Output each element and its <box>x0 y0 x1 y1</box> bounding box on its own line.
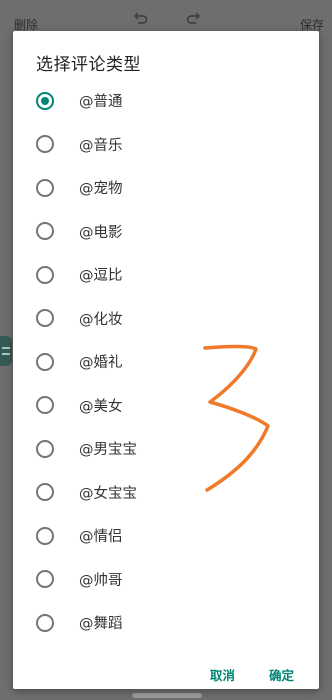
side-drawer-handle[interactable] <box>0 336 12 366</box>
option-item[interactable]: @普通 <box>13 79 319 123</box>
option-item[interactable]: @帅哥 <box>13 558 319 602</box>
option-item[interactable]: @音乐 <box>13 123 319 167</box>
ok-button[interactable]: 确定 <box>263 661 300 688</box>
option-label: @婚礼 <box>79 355 123 371</box>
comment-type-dialog: 选择评论类型 @普通 @音乐 @宠物 @电影 @逗比 @化妆 @婚礼 @美女 @男宝宝 @女宝宝 @… <box>13 31 319 689</box>
radio-unchecked-icon[interactable] <box>36 439 54 458</box>
radio-unchecked-icon[interactable] <box>36 483 54 501</box>
background-toolbar: 删除 保存 <box>0 0 332 32</box>
option-list: @普通 @音乐 @宠物 @电影 @逗比 @化妆 @婚礼 @美女 @男宝宝 @女宝宝 @情侣 @帅哥 @舞… <box>13 79 319 645</box>
dialog-title: 选择评论类型 <box>36 55 141 75</box>
dialog-actions: 取消 确定 <box>13 655 319 689</box>
option-item[interactable]: @美女 <box>13 384 319 428</box>
radio-unchecked-icon[interactable] <box>36 265 54 284</box>
option-item[interactable]: @舞蹈 <box>13 601 319 645</box>
option-label: @情侣 <box>79 529 123 545</box>
option-item[interactable]: @化妆 <box>13 297 319 341</box>
radio-unchecked-icon[interactable] <box>36 526 54 545</box>
option-label: @电影 <box>79 224 123 241</box>
radio-unchecked-icon[interactable] <box>36 222 54 240</box>
option-item[interactable]: @女宝宝 <box>13 471 319 515</box>
option-item[interactable]: @宠物 <box>13 166 319 210</box>
radio-checked-icon[interactable] <box>36 91 54 110</box>
radio-unchecked-icon[interactable] <box>36 613 54 632</box>
radio-unchecked-icon[interactable] <box>36 352 54 371</box>
cancel-button[interactable]: 取消 <box>204 661 241 688</box>
option-label: @帅哥 <box>79 572 123 589</box>
option-label: @美女 <box>79 398 123 415</box>
option-item[interactable]: @逗比 <box>13 253 319 297</box>
option-item[interactable]: @婚礼 <box>13 340 319 384</box>
redo-icon[interactable] <box>186 10 202 26</box>
option-label: @宠物 <box>79 181 123 197</box>
undo-icon[interactable] <box>132 10 148 26</box>
radio-unchecked-icon[interactable] <box>36 570 54 588</box>
radio-unchecked-icon[interactable] <box>36 309 54 327</box>
option-label: @逗比 <box>79 268 123 284</box>
option-label: @舞蹈 <box>79 616 123 632</box>
radio-unchecked-icon[interactable] <box>36 135 54 153</box>
radio-unchecked-icon[interactable] <box>36 178 54 197</box>
option-label: @普通 <box>79 94 123 110</box>
option-item[interactable]: @电影 <box>13 210 319 254</box>
home-indicator <box>132 693 202 698</box>
option-label: @女宝宝 <box>79 485 137 502</box>
option-label: @男宝宝 <box>79 442 137 458</box>
option-item[interactable]: @情侣 <box>13 514 319 558</box>
option-label: @音乐 <box>79 137 123 154</box>
option-item[interactable]: @男宝宝 <box>13 427 319 471</box>
option-label: @化妆 <box>79 311 123 328</box>
radio-unchecked-icon[interactable] <box>36 396 54 414</box>
